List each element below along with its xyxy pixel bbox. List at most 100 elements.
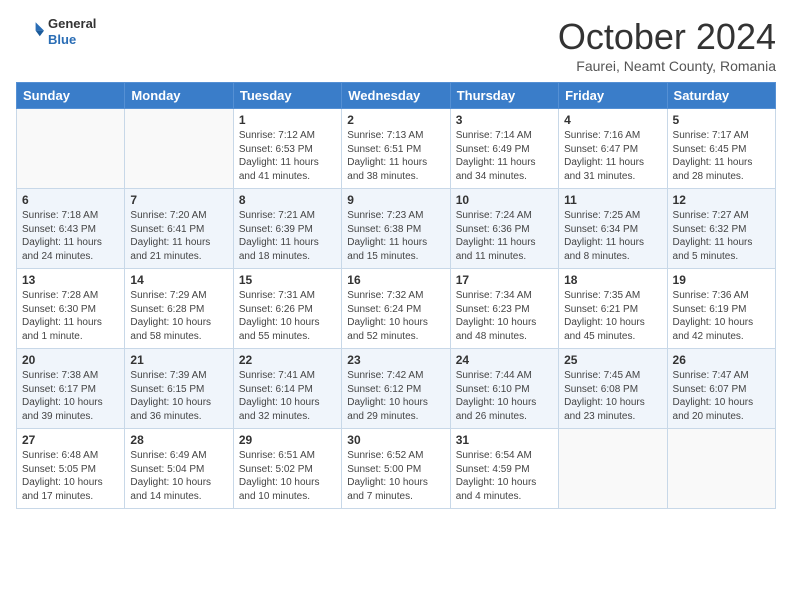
calendar-header-row: SundayMondayTuesdayWednesdayThursdayFrid… [17, 83, 776, 109]
calendar-body: 1 Sunrise: 7:12 AM Sunset: 6:53 PM Daylig… [17, 109, 776, 509]
calendar-cell [559, 429, 667, 509]
calendar-cell: 4Sunrise: 7:16 AM Sunset: 6:47 PM Daylig… [559, 109, 667, 189]
day-number: 18 [564, 273, 661, 287]
day-number: 19 [673, 273, 770, 287]
day-number: 16 [347, 273, 444, 287]
calendar-week-5: 27 Sunrise: 6:48 AM Sunset: 5:05 PM Dayli… [17, 429, 776, 509]
month-title: October 2024 [558, 16, 776, 58]
calendar-cell: 30 Sunrise: 6:52 AM Sunset: 5:00 PM Dayli… [342, 429, 450, 509]
calendar-cell: 15Sunrise: 7:31 AM Sunset: 6:26 PM Dayli… [233, 269, 341, 349]
calendar-cell: 13Sunrise: 7:28 AM Sunset: 6:30 PM Dayli… [17, 269, 125, 349]
day-number: 31 [456, 433, 553, 447]
day-info: Sunrise: 6:48 AM Sunset: 5:05 PM Dayligh… [22, 449, 119, 503]
day-info: Sunrise: 7:32 AM Sunset: 6:24 PM Dayligh… [347, 289, 444, 343]
day-info: Sunrise: 7:14 AM Sunset: 6:49 PM Dayligh… [456, 129, 553, 183]
logo: General Blue [16, 16, 96, 47]
calendar-cell: 8 Sunrise: 7:21 AM Sunset: 6:39 PM Daylig… [233, 189, 341, 269]
calendar-cell [17, 109, 125, 189]
calendar-cell: 3 Sunrise: 7:14 AM Sunset: 6:49 PM Daylig… [450, 109, 558, 189]
day-number: 29 [239, 433, 336, 447]
day-header-friday: Friday [559, 83, 667, 109]
calendar-week-4: 20 Sunrise: 7:38 AM Sunset: 6:17 PM Dayli… [17, 349, 776, 429]
day-number: 7 [130, 193, 227, 207]
calendar-cell [125, 109, 233, 189]
day-number: 8 [239, 193, 336, 207]
calendar-cell: 26 Sunrise: 7:47 AM Sunset: 6:07 PM Dayli… [667, 349, 775, 429]
calendar-cell: 6 Sunrise: 7:18 AM Sunset: 6:43 PM Daylig… [17, 189, 125, 269]
calendar-cell: 19 Sunrise: 7:36 AM Sunset: 6:19 PM Dayli… [667, 269, 775, 349]
logo-icon [16, 18, 44, 46]
calendar-cell: 31Sunrise: 6:54 AM Sunset: 4:59 PM Dayli… [450, 429, 558, 509]
day-info: Sunrise: 7:34 AM Sunset: 6:23 PM Dayligh… [456, 289, 553, 343]
logo-text: General Blue [48, 16, 96, 47]
day-info: Sunrise: 7:35 AM Sunset: 6:21 PM Dayligh… [564, 289, 661, 343]
day-number: 3 [456, 113, 553, 127]
calendar-cell: 21Sunrise: 7:39 AM Sunset: 6:15 PM Dayli… [125, 349, 233, 429]
day-header-wednesday: Wednesday [342, 83, 450, 109]
day-info: Sunrise: 6:52 AM Sunset: 5:00 PM Dayligh… [347, 449, 444, 503]
location: Faurei, Neamt County, Romania [558, 58, 776, 74]
calendar-cell: 12 Sunrise: 7:27 AM Sunset: 6:32 PM Dayli… [667, 189, 775, 269]
day-info: Sunrise: 6:49 AM Sunset: 5:04 PM Dayligh… [130, 449, 227, 503]
calendar-cell: 25Sunrise: 7:45 AM Sunset: 6:08 PM Dayli… [559, 349, 667, 429]
day-number: 5 [673, 113, 770, 127]
logo-blue: Blue [48, 32, 96, 48]
title-area: October 2024 Faurei, Neamt County, Roman… [558, 16, 776, 74]
day-number: 20 [22, 353, 119, 367]
day-info: Sunrise: 7:20 AM Sunset: 6:41 PM Dayligh… [130, 209, 227, 263]
day-info: Sunrise: 7:12 AM Sunset: 6:53 PM Dayligh… [239, 129, 336, 183]
calendar-week-1: 1 Sunrise: 7:12 AM Sunset: 6:53 PM Daylig… [17, 109, 776, 189]
day-info: Sunrise: 7:18 AM Sunset: 6:43 PM Dayligh… [22, 209, 119, 263]
day-number: 21 [130, 353, 227, 367]
day-info: Sunrise: 7:44 AM Sunset: 6:10 PM Dayligh… [456, 369, 553, 423]
day-info: Sunrise: 7:17 AM Sunset: 6:45 PM Dayligh… [673, 129, 770, 183]
day-header-sunday: Sunday [17, 83, 125, 109]
calendar-cell: 24 Sunrise: 7:44 AM Sunset: 6:10 PM Dayli… [450, 349, 558, 429]
day-header-saturday: Saturday [667, 83, 775, 109]
day-number: 26 [673, 353, 770, 367]
day-number: 24 [456, 353, 553, 367]
calendar-cell: 29 Sunrise: 6:51 AM Sunset: 5:02 PM Dayli… [233, 429, 341, 509]
day-number: 2 [347, 113, 444, 127]
day-info: Sunrise: 7:21 AM Sunset: 6:39 PM Dayligh… [239, 209, 336, 263]
logo-general: General [48, 16, 96, 32]
day-header-thursday: Thursday [450, 83, 558, 109]
day-info: Sunrise: 7:31 AM Sunset: 6:26 PM Dayligh… [239, 289, 336, 343]
calendar-cell: 17 Sunrise: 7:34 AM Sunset: 6:23 PM Dayli… [450, 269, 558, 349]
calendar-cell: 10Sunrise: 7:24 AM Sunset: 6:36 PM Dayli… [450, 189, 558, 269]
calendar-table: SundayMondayTuesdayWednesdayThursdayFrid… [16, 82, 776, 509]
day-number: 11 [564, 193, 661, 207]
day-number: 12 [673, 193, 770, 207]
day-info: Sunrise: 6:51 AM Sunset: 5:02 PM Dayligh… [239, 449, 336, 503]
day-info: Sunrise: 7:45 AM Sunset: 6:08 PM Dayligh… [564, 369, 661, 423]
calendar-cell: 11 Sunrise: 7:25 AM Sunset: 6:34 PM Dayli… [559, 189, 667, 269]
day-info: Sunrise: 7:38 AM Sunset: 6:17 PM Dayligh… [22, 369, 119, 423]
page-header: General Blue October 2024 Faurei, Neamt … [16, 16, 776, 74]
day-number: 30 [347, 433, 444, 447]
day-number: 10 [456, 193, 553, 207]
day-info: Sunrise: 7:41 AM Sunset: 6:14 PM Dayligh… [239, 369, 336, 423]
day-number: 22 [239, 353, 336, 367]
day-info: Sunrise: 7:36 AM Sunset: 6:19 PM Dayligh… [673, 289, 770, 343]
day-info: Sunrise: 7:16 AM Sunset: 6:47 PM Dayligh… [564, 129, 661, 183]
day-number: 1 [239, 113, 336, 127]
calendar-cell: 5 Sunrise: 7:17 AM Sunset: 6:45 PM Daylig… [667, 109, 775, 189]
calendar-cell: 28Sunrise: 6:49 AM Sunset: 5:04 PM Dayli… [125, 429, 233, 509]
calendar-cell: 7 Sunrise: 7:20 AM Sunset: 6:41 PM Daylig… [125, 189, 233, 269]
calendar-cell: 16 Sunrise: 7:32 AM Sunset: 6:24 PM Dayli… [342, 269, 450, 349]
day-info: Sunrise: 7:25 AM Sunset: 6:34 PM Dayligh… [564, 209, 661, 263]
day-number: 17 [456, 273, 553, 287]
day-info: Sunrise: 7:27 AM Sunset: 6:32 PM Dayligh… [673, 209, 770, 263]
day-number: 23 [347, 353, 444, 367]
day-info: Sunrise: 7:47 AM Sunset: 6:07 PM Dayligh… [673, 369, 770, 423]
day-number: 13 [22, 273, 119, 287]
calendar-cell: 18 Sunrise: 7:35 AM Sunset: 6:21 PM Dayli… [559, 269, 667, 349]
day-number: 6 [22, 193, 119, 207]
day-info: Sunrise: 7:42 AM Sunset: 6:12 PM Dayligh… [347, 369, 444, 423]
calendar-cell: 20 Sunrise: 7:38 AM Sunset: 6:17 PM Dayli… [17, 349, 125, 429]
calendar-cell: 14Sunrise: 7:29 AM Sunset: 6:28 PM Dayli… [125, 269, 233, 349]
day-header-monday: Monday [125, 83, 233, 109]
day-info: Sunrise: 7:29 AM Sunset: 6:28 PM Dayligh… [130, 289, 227, 343]
day-number: 27 [22, 433, 119, 447]
day-number: 9 [347, 193, 444, 207]
